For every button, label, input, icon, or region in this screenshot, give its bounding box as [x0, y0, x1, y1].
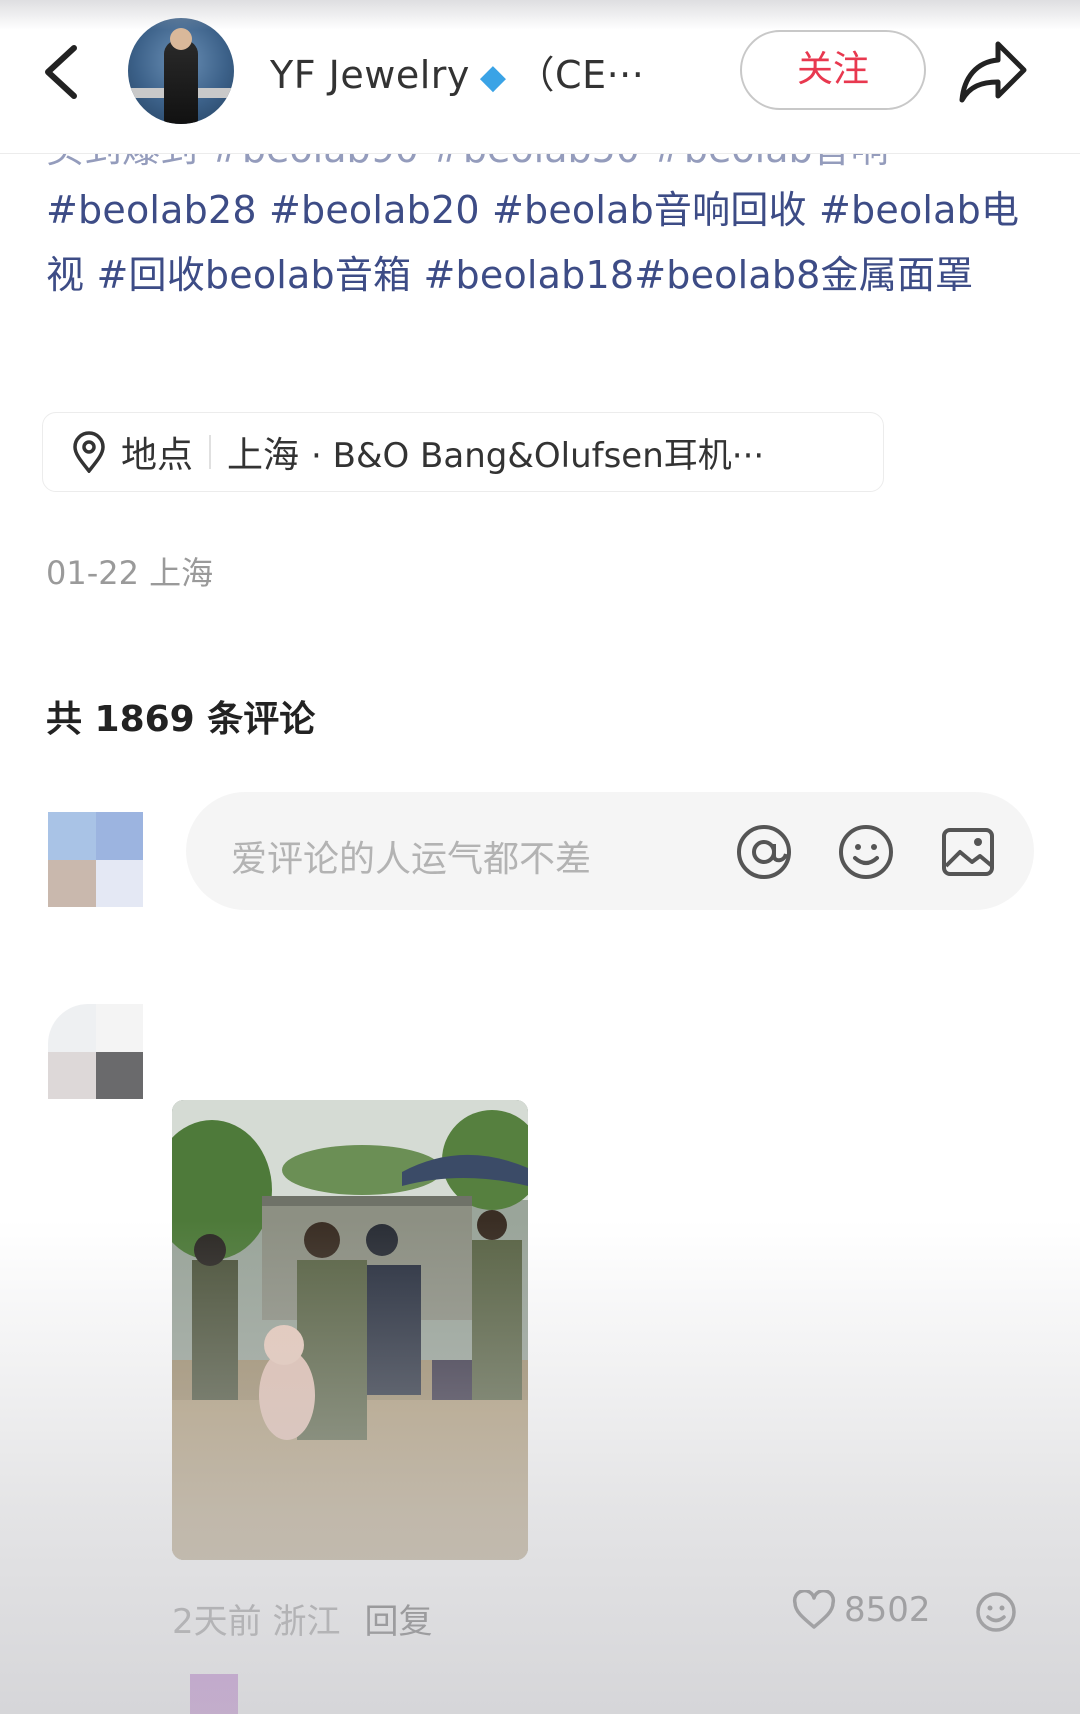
- comment-count: 共 1869 条评论: [46, 699, 316, 740]
- reply-button[interactable]: 回复: [364, 1602, 432, 1642]
- follow-button[interactable]: 关注: [740, 30, 926, 110]
- location-city: 上海: [227, 435, 300, 476]
- back-arrow-icon[interactable]: [38, 42, 86, 102]
- location-pin-icon: [73, 431, 105, 473]
- like-button[interactable]: 8502: [792, 1590, 931, 1630]
- location-place: · B&O Bang&Olufsen耳机···: [311, 435, 765, 476]
- location-label: 地点: [121, 435, 194, 476]
- post-date: 01-22 上海: [46, 554, 214, 592]
- emoji-icon[interactable]: [836, 822, 896, 882]
- comment-photo[interactable]: [172, 1100, 528, 1560]
- comment-input-placeholder: 爱评论的人运气都不差: [231, 839, 592, 880]
- author-name[interactable]: YF Jewelry ◆ （CE···: [270, 44, 644, 99]
- current-user-avatar: [48, 812, 143, 907]
- author-avatar[interactable]: [128, 18, 234, 124]
- comment-input[interactable]: 爱评论的人运气都不差: [186, 792, 1034, 910]
- post-text[interactable]: #beolab28 #beolab20 #beolab音响回收 #beolab电…: [46, 178, 1036, 308]
- screen-shade: [0, 1220, 1080, 1714]
- commenter-avatar[interactable]: [48, 1004, 143, 1099]
- image-icon[interactable]: [938, 822, 998, 882]
- author-name-suffix: （CE···: [516, 53, 645, 97]
- next-commenter-avatar[interactable]: [190, 1674, 238, 1714]
- comment-meta: 2天前 浙江 回复: [172, 1594, 432, 1643]
- diamond-icon: ◆: [479, 57, 507, 97]
- author-name-text: YF Jewelry: [270, 53, 470, 97]
- location-divider: [209, 435, 212, 469]
- mention-icon[interactable]: [734, 822, 794, 882]
- location-chip[interactable]: 地点 上海 · B&O Bang&Olufsen耳机···: [42, 412, 884, 492]
- post-header: YF Jewelry ◆ （CE··· 关注: [0, 0, 1080, 154]
- like-count: 8502: [844, 1590, 931, 1630]
- heart-icon: [792, 1590, 836, 1629]
- share-icon[interactable]: [958, 38, 1030, 104]
- react-emoji-icon[interactable]: [974, 1590, 1018, 1634]
- comment-time-location: 2天前 浙江: [172, 1602, 341, 1642]
